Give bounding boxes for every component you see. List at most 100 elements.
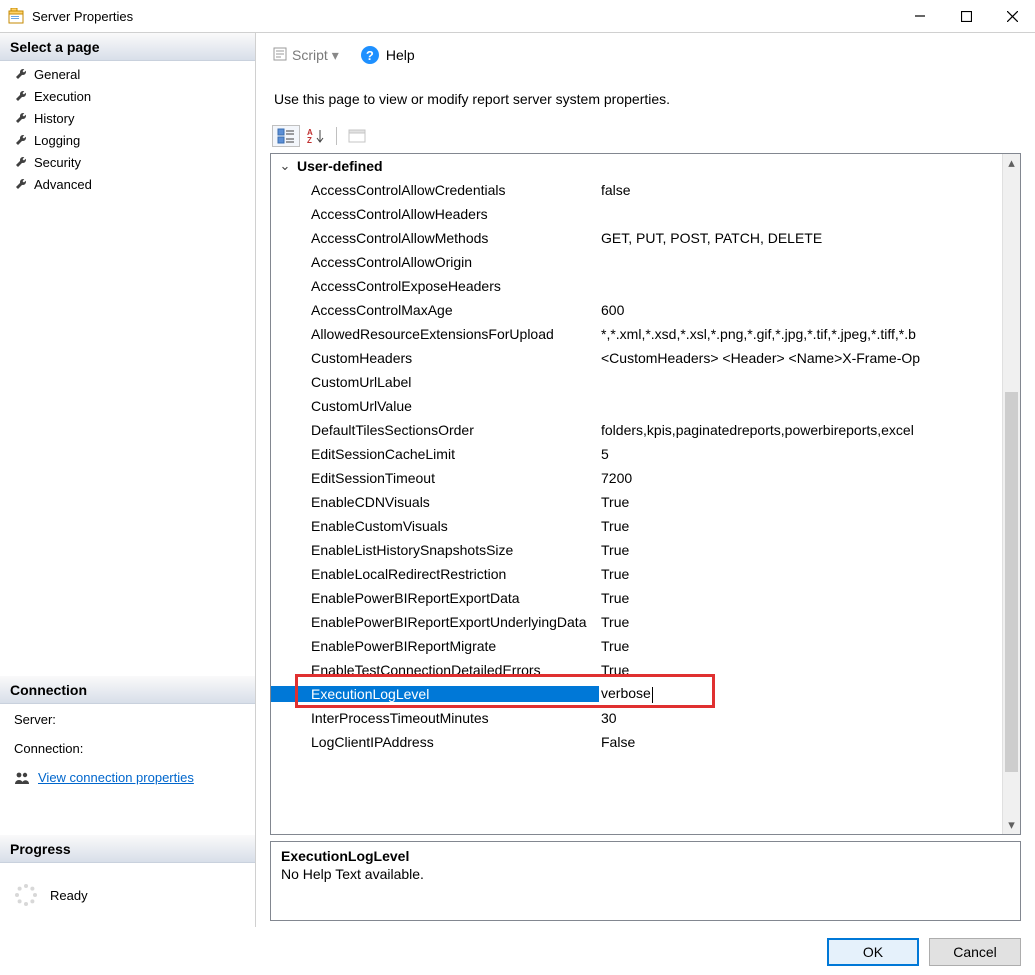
- wrench-icon: [14, 89, 28, 103]
- dropdown-arrow-icon: ▾: [332, 47, 339, 64]
- property-value[interactable]: True: [599, 662, 1002, 678]
- property-value[interactable]: False: [599, 734, 1002, 750]
- category-row[interactable]: ⌄User-defined: [271, 154, 1002, 178]
- categorized-button[interactable]: [272, 125, 300, 147]
- property-value[interactable]: <CustomHeaders> <Header> <Name>X-Frame-O…: [599, 350, 1002, 366]
- help-panel-title: ExecutionLogLevel: [281, 848, 1010, 864]
- property-row[interactable]: AllowedResourceExtensionsForUpload*,*.xm…: [271, 322, 1002, 346]
- property-pages-icon: [348, 128, 366, 144]
- property-value[interactable]: GET, PUT, POST, PATCH, DELETE: [599, 230, 1002, 246]
- view-connection-properties-link[interactable]: View connection properties: [38, 770, 194, 785]
- property-row[interactable]: EnablePowerBIReportExportUnderlyingDataT…: [271, 610, 1002, 634]
- spinner-icon: [14, 883, 38, 907]
- title-bar: Server Properties: [0, 0, 1035, 32]
- property-value[interactable]: True: [599, 638, 1002, 654]
- scroll-down-icon[interactable]: ▾: [1003, 816, 1021, 834]
- property-row[interactable]: InterProcessTimeoutMinutes30: [271, 706, 1002, 730]
- vertical-scrollbar[interactable]: ▴ ▾: [1002, 154, 1020, 834]
- page-item-label: Execution: [34, 89, 91, 104]
- help-panel-body: No Help Text available.: [281, 866, 1010, 882]
- property-pages-button[interactable]: [343, 125, 371, 147]
- property-row[interactable]: EditSessionTimeout7200: [271, 466, 1002, 490]
- connection-label: Connection:: [14, 741, 83, 756]
- property-value[interactable]: True: [599, 614, 1002, 630]
- property-row[interactable]: EnableListHistorySnapshotsSizeTrue: [271, 538, 1002, 562]
- property-value[interactable]: 30: [599, 710, 1002, 726]
- cancel-button[interactable]: Cancel: [929, 938, 1021, 966]
- script-button[interactable]: Script ▾: [272, 46, 339, 65]
- property-name: EditSessionCacheLimit: [271, 446, 599, 462]
- property-row[interactable]: EnableCustomVisualsTrue: [271, 514, 1002, 538]
- dialog-footer: OK Cancel: [0, 927, 1035, 975]
- property-value[interactable]: True: [599, 566, 1002, 582]
- property-value[interactable]: True: [599, 590, 1002, 606]
- page-item-logging[interactable]: Logging: [0, 129, 255, 151]
- wrench-icon: [14, 67, 28, 81]
- page-item-advanced[interactable]: Advanced: [0, 173, 255, 195]
- property-name: AccessControlAllowOrigin: [271, 254, 599, 270]
- scroll-up-icon[interactable]: ▴: [1003, 154, 1021, 172]
- property-name: ExecutionLogLevel: [271, 686, 599, 702]
- property-value[interactable]: True: [599, 542, 1002, 558]
- property-row[interactable]: ExecutionLogLevelverbose: [271, 682, 1002, 706]
- property-row[interactable]: LogClientIPAddressFalse: [271, 730, 1002, 754]
- svg-text:Z: Z: [307, 136, 312, 144]
- categorized-icon: [277, 128, 295, 144]
- property-row[interactable]: EnableTestConnectionDetailedErrorsTrue: [271, 658, 1002, 682]
- scroll-thumb[interactable]: [1005, 392, 1018, 772]
- property-row[interactable]: DefaultTilesSectionsOrderfolders,kpis,pa…: [271, 418, 1002, 442]
- alphabetical-button[interactable]: AZ: [302, 125, 330, 147]
- property-name: InterProcessTimeoutMinutes: [271, 710, 599, 726]
- property-value[interactable]: *,*.xml,*.xsd,*.xsl,*.png,*.gif,*.jpg,*.…: [599, 326, 1002, 342]
- property-row[interactable]: AccessControlAllowOrigin: [271, 250, 1002, 274]
- maximize-button[interactable]: [943, 1, 989, 31]
- help-button[interactable]: ? Help: [361, 46, 415, 64]
- property-row[interactable]: AccessControlExposeHeaders: [271, 274, 1002, 298]
- property-value[interactable]: True: [599, 494, 1002, 510]
- property-row[interactable]: EnableCDNVisualsTrue: [271, 490, 1002, 514]
- property-name: EnableLocalRedirectRestriction: [271, 566, 599, 582]
- property-value[interactable]: false: [599, 182, 1002, 198]
- property-row[interactable]: CustomUrlLabel: [271, 370, 1002, 394]
- close-button[interactable]: [989, 1, 1035, 31]
- property-value[interactable]: folders,kpis,paginatedreports,powerbirep…: [599, 422, 1002, 438]
- page-item-general[interactable]: General: [0, 63, 255, 85]
- connection-header: Connection: [0, 676, 255, 704]
- progress-status: Ready: [50, 888, 88, 903]
- select-page-header: Select a page: [0, 33, 255, 61]
- property-row[interactable]: EditSessionCacheLimit5: [271, 442, 1002, 466]
- property-name: EnableCDNVisuals: [271, 494, 599, 510]
- property-row[interactable]: AccessControlMaxAge600: [271, 298, 1002, 322]
- wrench-icon: [14, 177, 28, 191]
- property-value[interactable]: 600: [599, 302, 1002, 318]
- property-row[interactable]: CustomHeaders<CustomHeaders> <Header> <N…: [271, 346, 1002, 370]
- property-value[interactable]: True: [599, 518, 1002, 534]
- property-name: EnableListHistorySnapshotsSize: [271, 542, 599, 558]
- property-row[interactable]: EnablePowerBIReportMigrateTrue: [271, 634, 1002, 658]
- property-row[interactable]: AccessControlAllowCredentialsfalse: [271, 178, 1002, 202]
- property-row[interactable]: EnableLocalRedirectRestrictionTrue: [271, 562, 1002, 586]
- people-icon: [14, 771, 30, 785]
- property-value[interactable]: verbose: [599, 685, 1002, 702]
- ok-button[interactable]: OK: [827, 938, 919, 966]
- page-item-history[interactable]: History: [0, 107, 255, 129]
- server-label: Server:: [14, 712, 56, 727]
- property-name: AccessControlAllowCredentials: [271, 182, 599, 198]
- minimize-button[interactable]: [897, 1, 943, 31]
- page-description: Use this page to view or modify report s…: [256, 73, 1035, 117]
- property-row[interactable]: AccessControlAllowMethodsGET, PUT, POST,…: [271, 226, 1002, 250]
- panel-toolbar: Script ▾ ? Help: [262, 37, 1029, 73]
- page-item-execution[interactable]: Execution: [0, 85, 255, 107]
- property-row[interactable]: CustomUrlValue: [271, 394, 1002, 418]
- property-name: EnableCustomVisuals: [271, 518, 599, 534]
- page-item-label: Logging: [34, 133, 80, 148]
- page-item-security[interactable]: Security: [0, 151, 255, 173]
- wrench-icon: [14, 155, 28, 169]
- property-name: AccessControlExposeHeaders: [271, 278, 599, 294]
- collapse-icon[interactable]: ⌄: [277, 158, 293, 174]
- property-row[interactable]: EnablePowerBIReportExportDataTrue: [271, 586, 1002, 610]
- property-value[interactable]: 5: [599, 446, 1002, 462]
- page-item-label: History: [34, 111, 74, 126]
- property-row[interactable]: AccessControlAllowHeaders: [271, 202, 1002, 226]
- property-value[interactable]: 7200: [599, 470, 1002, 486]
